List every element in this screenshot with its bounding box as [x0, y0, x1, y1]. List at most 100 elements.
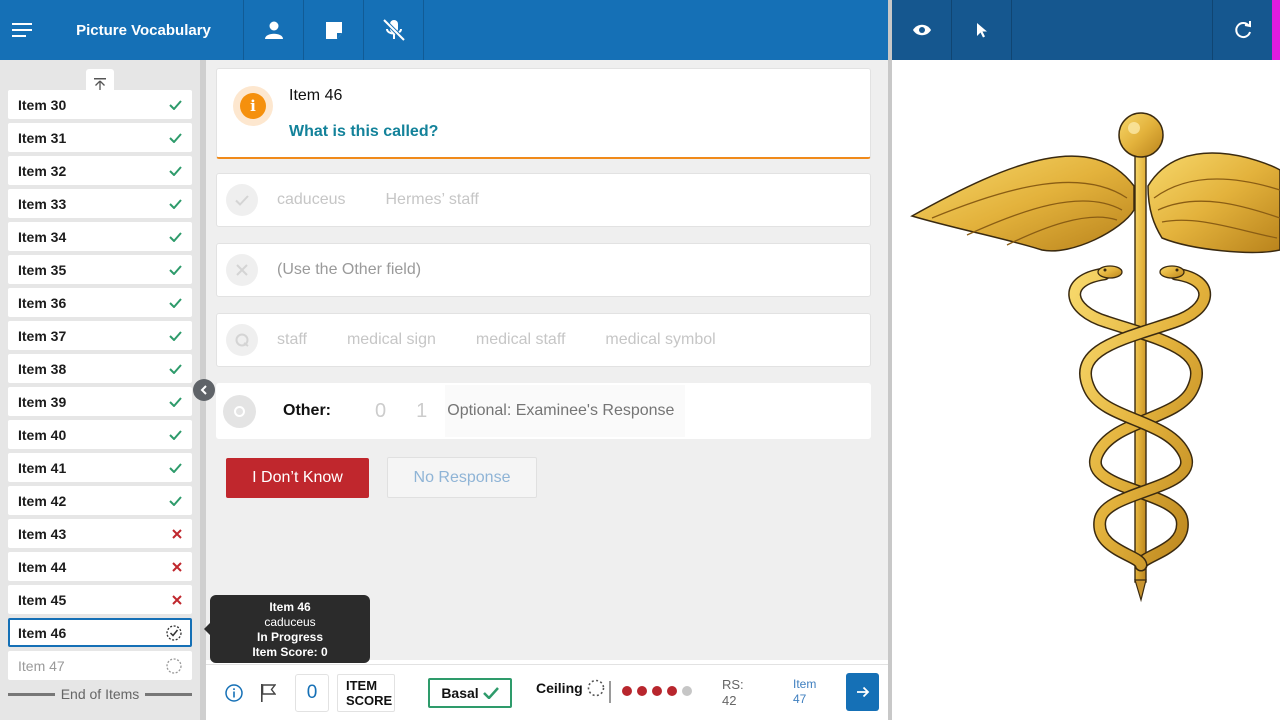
- sidebar-item-label: Item 33: [18, 195, 67, 212]
- query-button[interactable]: [226, 324, 258, 356]
- check-icon: [169, 99, 182, 110]
- check-icon: [482, 687, 499, 699]
- info-button[interactable]: [225, 684, 243, 702]
- sidebar-item[interactable]: Item 36: [8, 288, 192, 317]
- picture-panel: [892, 60, 1280, 720]
- check-icon: [169, 495, 182, 506]
- divider-line: [145, 692, 192, 696]
- tooltip-status: In Progress: [256, 630, 324, 644]
- flag-icon: [261, 684, 276, 702]
- sidebar-item[interactable]: Item 35: [8, 255, 192, 284]
- check-icon: [169, 264, 182, 275]
- sidebar-item[interactable]: Item 43: [8, 519, 192, 548]
- pending-spinner-icon: [587, 679, 604, 697]
- sidebar-item[interactable]: Item 37: [8, 321, 192, 350]
- info-badge: i: [233, 86, 273, 126]
- ceiling-dot: [682, 686, 692, 696]
- sidebar-item-label: Item 32: [18, 162, 67, 179]
- sidebar-item-label: Item 47: [18, 657, 65, 674]
- examinee-button[interactable]: [244, 0, 304, 60]
- sidebar-item[interactable]: Item 34: [8, 222, 192, 251]
- check-icon: [169, 198, 182, 209]
- sidebar-item-label: Item 38: [18, 360, 67, 377]
- sidebar-item[interactable]: Item 46: [8, 618, 192, 647]
- sidebar-item[interactable]: Item 38: [8, 354, 192, 383]
- pointer-button[interactable]: [952, 0, 1012, 60]
- person-icon: [264, 21, 283, 39]
- sidebar-item[interactable]: Item 39: [8, 387, 192, 416]
- other-score-0[interactable]: 0: [375, 400, 386, 423]
- sidebar-item-label: Item 31: [18, 129, 67, 146]
- sidebar-item[interactable]: Item 32: [8, 156, 192, 185]
- sidebar-item[interactable]: Item 33: [8, 189, 192, 218]
- notes-button[interactable]: [304, 0, 364, 60]
- sidebar-item-label: Item 46: [18, 624, 67, 641]
- question-card: i Item 46 What is this called?: [216, 68, 871, 159]
- chevron-left-icon: [200, 385, 207, 395]
- correct-score-button[interactable]: [226, 184, 258, 216]
- no-response-button[interactable]: No Response: [387, 457, 537, 498]
- sidebar-item[interactable]: Item 41: [8, 453, 192, 482]
- top-bar: Picture Vocabulary: [0, 0, 888, 60]
- sidebar-item[interactable]: Item 45: [8, 585, 192, 614]
- tooltip-item: Item 46: [269, 600, 311, 614]
- end-of-items: End of Items: [8, 686, 192, 702]
- app-title: Picture Vocabulary: [44, 0, 244, 60]
- sidebar-item[interactable]: Item 30: [8, 90, 192, 119]
- sidebar-item-label: Item 39: [18, 393, 67, 410]
- sidebar-item[interactable]: Item 31: [8, 123, 192, 152]
- query-response-word: staff: [277, 331, 307, 348]
- info-outline-icon: [225, 684, 243, 702]
- sidebar-item[interactable]: Item 42: [8, 486, 192, 515]
- status-icon-wrap: [172, 594, 182, 605]
- raw-score-value: 42: [722, 693, 737, 708]
- refresh-button[interactable]: [1212, 0, 1272, 60]
- item-score-label-line1: ITEM: [346, 678, 378, 693]
- other-radio[interactable]: [223, 394, 256, 428]
- item-score-value: 0: [295, 674, 329, 712]
- item-tooltip: Item 46 caduceus In Progress Item Score:…: [210, 595, 370, 663]
- incorrect-response-note: (Use the Other field): [277, 261, 422, 278]
- status-icon-wrap: [169, 396, 182, 407]
- check-icon: [235, 194, 249, 206]
- status-icon-wrap: [169, 198, 182, 209]
- flag-button[interactable]: [260, 683, 276, 702]
- query-response-word: medical sign: [346, 331, 436, 348]
- tooltip-word: caduceus: [264, 615, 316, 629]
- sidebar-item[interactable]: Item 40: [8, 420, 192, 449]
- sidebar-item-label: Item 45: [18, 591, 67, 608]
- incorrect-responses-card[interactable]: (Use the Other field): [216, 243, 871, 297]
- status-icon-wrap: [169, 297, 182, 308]
- correct-responses-card[interactable]: caduceus Hermes’ staff: [216, 173, 871, 227]
- edge-indicator: [1272, 0, 1280, 60]
- arrow-right-icon: [856, 686, 869, 698]
- menu-button[interactable]: [0, 0, 44, 60]
- next-item-button[interactable]: [846, 673, 879, 711]
- sidebar-item[interactable]: Item 44: [8, 552, 192, 581]
- incorrect-score-button[interactable]: [226, 254, 258, 286]
- ceiling-dots: [622, 686, 692, 696]
- collapse-sidebar-button[interactable]: [193, 379, 215, 401]
- picture-toolbar: [892, 0, 1280, 60]
- sidebar-item[interactable]: Item 47: [8, 651, 192, 680]
- x-icon: [172, 561, 182, 572]
- next-item-label: Item 47: [793, 677, 816, 707]
- raw-score-label: RS:: [722, 677, 744, 692]
- status-icon-wrap: [169, 363, 182, 374]
- sidebar-item-label: Item 42: [18, 492, 67, 509]
- check-icon: [169, 231, 182, 242]
- query-responses-card[interactable]: staff medical sign medical staff medical…: [216, 313, 871, 367]
- other-score-1[interactable]: 1: [416, 400, 427, 423]
- dont-know-button[interactable]: I Don’t Know: [226, 458, 369, 498]
- examinee-response-input[interactable]: [445, 385, 686, 437]
- ceiling-dot: [652, 686, 662, 696]
- pointer-icon: [976, 23, 987, 38]
- check-icon: [169, 297, 182, 308]
- microphone-button[interactable]: [364, 0, 424, 60]
- status-icon-wrap: [169, 495, 182, 506]
- ceiling-dot: [637, 686, 647, 696]
- sidebar-item-label: Item 30: [18, 96, 67, 113]
- status-icon-wrap: [169, 462, 182, 473]
- query-icon: [235, 333, 249, 347]
- show-picture-button[interactable]: [892, 0, 952, 60]
